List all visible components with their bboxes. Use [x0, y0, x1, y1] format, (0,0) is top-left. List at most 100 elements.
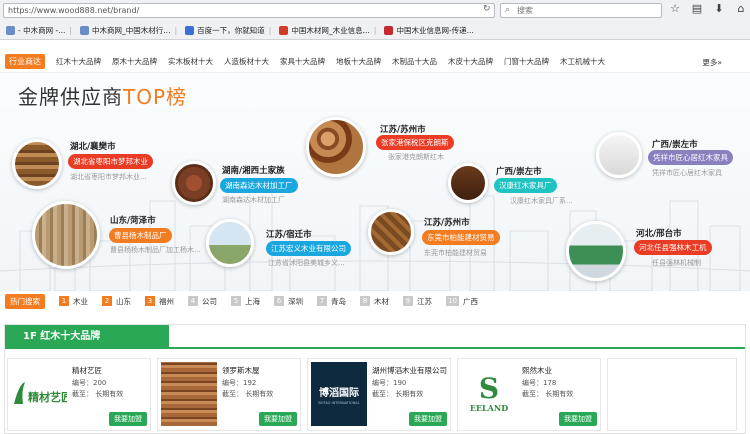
- brand-card-placeholder: [607, 358, 737, 431]
- reload-icon[interactable]: ↻: [483, 4, 491, 14]
- category-link[interactable]: 地板十大品牌: [336, 56, 381, 67]
- brand-card[interactable]: S EELAND 熙然木业 编号：178 截至： 长期有效 我要加盟: [457, 358, 601, 431]
- hot-search-item[interactable]: 5 上海: [231, 296, 260, 307]
- join-button[interactable]: 我要加盟: [259, 412, 297, 426]
- join-button[interactable]: 我要加盟: [109, 412, 147, 426]
- paw-icon: [185, 25, 195, 35]
- category-more-link[interactable]: 更多»: [702, 57, 722, 68]
- supplier-desc: 湖南森达木材加工厂: [222, 196, 285, 204]
- hot-search-item[interactable]: 6 深圳: [274, 296, 303, 307]
- star-icon[interactable]: ☆: [668, 2, 682, 15]
- brand-expiry: 截至： 长期有效: [372, 390, 424, 398]
- url-bar[interactable]: https://www.wood888.net/brand/: [3, 3, 495, 18]
- bookmark-item[interactable]: 中国木业信息网-传递...: [384, 25, 474, 36]
- supplier-tag[interactable]: 凭祥市匠心居红木家具: [648, 150, 733, 165]
- supplier-desc: 曹县杨杨木制品厂加工杨木...: [110, 246, 201, 254]
- brand-name[interactable]: 熙然木业: [522, 365, 552, 376]
- rank-badge: 7: [317, 296, 327, 306]
- category-link[interactable]: 人造板材十大: [224, 56, 269, 67]
- supplier-tag[interactable]: 湖南森达木材加工厂: [220, 178, 298, 193]
- browser-search-box[interactable]: ⌕: [500, 3, 662, 18]
- category-link[interactable]: 木制品十大品: [392, 56, 437, 67]
- category-link[interactable]: 家具十大品牌: [280, 56, 325, 67]
- category-link[interactable]: 木工机械十大: [560, 56, 605, 67]
- bookmark-divider: |: [268, 25, 272, 35]
- browser-search-input[interactable]: [517, 4, 657, 17]
- brand-logo[interactable]: 博滔国际 BOTAO INTERNATIONAL: [311, 362, 367, 426]
- bookmark-divider: |: [373, 25, 377, 35]
- hot-search-item[interactable]: 4 公司: [188, 296, 217, 307]
- supplier-location: 江苏/苏州市: [424, 218, 470, 228]
- supplier-tag[interactable]: 东莞市柏能建材贸易: [422, 230, 500, 245]
- supplier-tag[interactable]: 江苏宏义木业有限公司: [266, 241, 351, 256]
- hot-search-item[interactable]: 2 山东: [102, 296, 131, 307]
- brand-card[interactable]: 精材艺匠 精材艺匠 编号：200 截至： 长期有效 我要加盟: [7, 358, 151, 431]
- supplier-location: 广西/崇左市: [652, 140, 698, 150]
- category-link[interactable]: 实木板材十大: [168, 56, 213, 67]
- brand-logo[interactable]: 精材艺匠: [11, 362, 67, 426]
- hot-search-text: 公司: [202, 296, 217, 306]
- supplier-photo[interactable]: [368, 209, 414, 255]
- download-icon[interactable]: ⬇: [712, 2, 726, 15]
- supplier-location: 江苏/苏州市: [380, 125, 426, 135]
- supplier-photo[interactable]: [172, 161, 216, 205]
- brand-logo-text: 精材艺匠: [28, 390, 67, 404]
- supplier-desc: 张家港克朗斯红木: [388, 153, 444, 161]
- hot-search-item[interactable]: 9 江苏: [403, 296, 432, 307]
- category-link[interactable]: 门窗十大品牌: [504, 56, 549, 67]
- hot-search-text: 木材: [374, 296, 389, 306]
- brand-logo[interactable]: S EELAND: [461, 362, 517, 426]
- hot-search-item[interactable]: 8 木材: [360, 296, 389, 307]
- supplier-tag[interactable]: 曹县杨木制品厂: [109, 228, 172, 243]
- supplier-tag[interactable]: 湖北省枣阳市梦邦木业: [68, 154, 153, 169]
- brand-card[interactable]: 领罗斯木屋 编号：192 截至： 长期有效 我要加盟: [157, 358, 301, 431]
- bookmark-divider: |: [174, 25, 178, 35]
- category-link[interactable]: 红木十大品牌: [56, 56, 101, 67]
- supplier-photo[interactable]: [206, 219, 254, 267]
- brand-name[interactable]: 领罗斯木屋: [222, 365, 260, 376]
- supplier-desc: 任县强林机械制: [652, 259, 701, 267]
- supplier-tag[interactable]: 汉康红木家具厂: [494, 178, 557, 193]
- category-link[interactable]: 原木十大品牌: [112, 56, 157, 67]
- supplier-location: 广西/崇左市: [496, 167, 542, 177]
- hot-search-bar: 热门搜索 1 木业 2 山东 3 福州 4 公司 5 上海 6 深圳 7 青岛 8 木材 9 江苏…: [0, 291, 750, 311]
- brand-name[interactable]: 精材艺匠: [72, 365, 102, 376]
- brand-floor-tab[interactable]: 1F 红木十大品牌: [5, 325, 169, 349]
- bookmark-item[interactable]: 中木商网_中国木材行...: [80, 25, 170, 36]
- brand-card[interactable]: 博滔国际 BOTAO INTERNATIONAL 湖州博滔木业有限公司 编号：1…: [307, 358, 451, 431]
- favicon-icon: [80, 25, 90, 35]
- category-link[interactable]: 木皮十大品牌: [448, 56, 493, 67]
- supplier-photo[interactable]: [448, 163, 488, 203]
- reading-list-icon[interactable]: ▤: [690, 2, 704, 15]
- bookmark-label: 中木商网_中国木材行...: [92, 25, 171, 35]
- hot-search-item[interactable]: 7 青岛: [317, 296, 346, 307]
- toolbar-icons: ☆ ▤ ⬇ ⌂: [668, 2, 748, 15]
- bookmark-item[interactable]: 中国木材网_木业信息...: [279, 25, 370, 36]
- hot-search-text: 福州: [159, 296, 174, 306]
- supplier-photo[interactable]: [306, 117, 366, 177]
- banner-title-main: 金牌供应商: [18, 85, 123, 109]
- hot-search-item[interactable]: 3 福州: [145, 296, 174, 307]
- supplier-tag[interactable]: 河北任县强林木工机: [634, 240, 712, 255]
- hot-search-item[interactable]: 1 木业: [59, 296, 88, 307]
- brand-number: 编号：178: [522, 379, 557, 387]
- bookmark-item[interactable]: - 中木商网 -...: [6, 25, 65, 36]
- supplier-tag[interactable]: 张家港保税区克朗斯: [376, 135, 454, 150]
- brand-logo[interactable]: [161, 362, 217, 426]
- search-icon: ⌕: [505, 5, 511, 15]
- hot-search-text: 深圳: [288, 296, 303, 306]
- supplier-photo[interactable]: [566, 221, 626, 281]
- supplier-photo[interactable]: [596, 132, 642, 178]
- home-icon[interactable]: ⌂: [734, 2, 748, 15]
- bookmark-item[interactable]: 百度一下，你就知道: [185, 25, 265, 36]
- hot-search-item[interactable]: 10 广西: [446, 296, 478, 307]
- join-button[interactable]: 我要加盟: [409, 412, 447, 426]
- brand-section-header: 1F 红木十大品牌: [5, 325, 745, 349]
- supplier-location: 湖南/湘西土家族: [222, 166, 285, 176]
- supplier-photo[interactable]: [12, 139, 62, 189]
- brand-name[interactable]: 湖州博滔木业有限公司: [372, 365, 447, 376]
- brand-expiry: 截至： 长期有效: [522, 390, 574, 398]
- supplier-photo[interactable]: [32, 201, 100, 269]
- bookmark-label: 百度一下，你就知道: [197, 25, 265, 35]
- join-button[interactable]: 我要加盟: [559, 412, 597, 426]
